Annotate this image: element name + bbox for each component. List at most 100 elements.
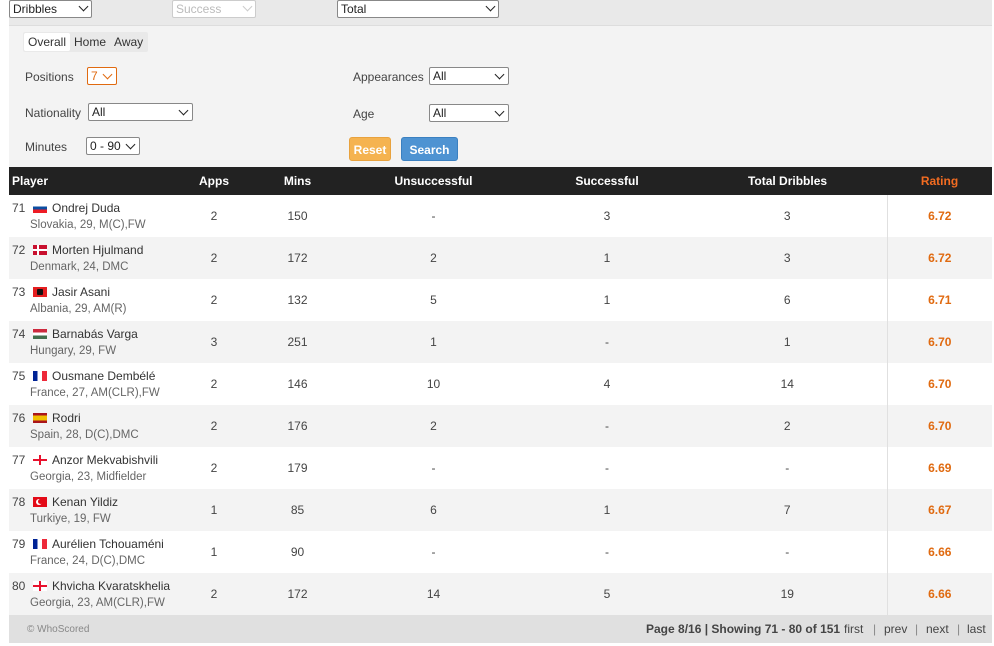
nationality-select[interactable]: All [88, 103, 193, 121]
unsuccessful-cell: 2 [430, 251, 437, 265]
col-header-total-dribbles[interactable]: Total Dribbles [688, 167, 887, 195]
mins-cell: 172 [287, 587, 308, 601]
total-dribbles-cell: 3 [783, 251, 791, 265]
rank: 79 [12, 536, 26, 551]
rank: 72 [12, 242, 26, 257]
player-name-link[interactable]: Ousmane Dembélé [52, 369, 155, 383]
player-cell: 79 Aurélien Tchouaméni France, 24, D(C),DM… [9, 531, 174, 573]
rank: 77 [12, 452, 26, 467]
player-name-link[interactable]: Kenan Yildiz [52, 495, 118, 509]
albania-flag [33, 286, 47, 297]
france-flag [33, 370, 47, 381]
chevron-down-icon [494, 69, 505, 80]
venue-tabs: Overall Home Away [23, 32, 149, 52]
mins-cell: 176 [287, 419, 308, 433]
player-cell: 71 Ondrej Duda Slovakia, 29, M(C),FW [9, 195, 174, 237]
type-select[interactable]: Total [337, 0, 499, 18]
positions-select[interactable]: 7 [87, 67, 117, 85]
unsuccessful-cell: 14 [426, 587, 441, 601]
hungary-flag [33, 328, 47, 339]
col-header-unsuccessful[interactable]: Unsuccessful [341, 167, 526, 195]
tab-home[interactable]: Home [70, 33, 110, 51]
total-dribbles-cell: 2 [783, 419, 791, 433]
mins-cell: 150 [287, 209, 308, 223]
player-name-link[interactable]: Anzor Mekvabishvili [52, 453, 158, 467]
rating-cell: 6.72 [886, 195, 992, 237]
player-cell: 78 Kenan Yildiz Turkiye, 19, FW [9, 489, 174, 531]
mins-cell: 90 [290, 545, 305, 559]
mins-cell: 172 [287, 251, 308, 265]
minutes-select[interactable]: 0 - 90 [86, 137, 140, 155]
rank: 74 [12, 326, 26, 341]
total-dribbles-cell: 6 [783, 293, 791, 307]
unsuccessful-cell: 2 [430, 419, 437, 433]
col-header-successful[interactable]: Successful [526, 167, 688, 195]
rating-cell: 6.67 [886, 489, 992, 531]
top-controls: Dribbles Success Total [9, 0, 992, 26]
type-value: Total [341, 2, 367, 16]
category-value: Dribbles [13, 2, 58, 16]
player-name-link[interactable]: Aurélien Tchouaméni [52, 537, 164, 551]
player-line: 74 Barnabás Varga [12, 325, 174, 343]
spain-flag [33, 412, 47, 423]
player-line: 79 Aurélien Tchouaméni [12, 535, 174, 553]
apps-cell: 2 [210, 461, 218, 475]
age-value: All [433, 106, 447, 120]
age-label: Age [353, 107, 375, 121]
player-name-link[interactable]: Rodri [52, 411, 81, 425]
prev-page-link[interactable]: prev [884, 622, 907, 636]
player-cell: 80 Khvicha Kvaratskhelia Georgia, 23, AM(C… [9, 573, 174, 615]
denmark-flag [33, 244, 47, 255]
apps-cell: 3 [210, 335, 218, 349]
mins-cell: 179 [287, 461, 308, 475]
col-header-apps[interactable]: Apps [174, 167, 254, 195]
category-select[interactable]: Dribbles [9, 0, 92, 18]
georgia-flag [33, 580, 47, 591]
first-page-link[interactable]: first [844, 622, 863, 636]
next-page-link[interactable]: next [926, 622, 949, 636]
appearances-value: All [433, 69, 447, 83]
successful-cell: - [605, 335, 609, 349]
search-button[interactable]: Search [401, 137, 458, 161]
player-meta: Albania, 29, AM(R) [30, 302, 127, 315]
rank: 73 [12, 284, 26, 299]
player-line: 77 Anzor Mekvabishvili [12, 451, 174, 469]
player-meta: Georgia, 23, Midfielder [30, 470, 147, 483]
successful-cell: 1 [603, 503, 611, 517]
tab-away[interactable]: Away [110, 33, 147, 51]
player-line: 78 Kenan Yildiz [12, 493, 174, 511]
rank: 75 [12, 368, 26, 383]
reset-button[interactable]: Reset [349, 137, 391, 161]
pagination-next: next [926, 622, 949, 636]
player-name-link[interactable]: Barnabás Varga [52, 327, 138, 341]
copyright: © WhoScored [27, 624, 90, 635]
player-name-link[interactable]: Khvicha Kvaratskhelia [52, 579, 170, 593]
pagination-separator: | [915, 622, 919, 636]
rank: 80 [12, 578, 26, 593]
age-select[interactable]: All [429, 104, 509, 122]
player-line: 76 Rodri [12, 409, 174, 427]
player-cell: 77 Anzor Mekvabishvili Georgia, 23, Midfie… [9, 447, 174, 489]
appearances-label: Appearances [353, 70, 424, 84]
player-name-link[interactable]: Ondrej Duda [52, 201, 120, 215]
appearances-select[interactable]: All [429, 67, 509, 85]
apps-cell: 2 [210, 209, 218, 223]
player-name-link[interactable]: Jasir Asani [52, 285, 110, 299]
col-header-rating[interactable]: Rating [887, 167, 992, 195]
tab-overall[interactable]: Overall [24, 33, 71, 51]
chevron-down-icon [78, 1, 89, 12]
successful-cell: - [605, 545, 609, 559]
chevron-down-icon [242, 1, 253, 12]
last-page-link[interactable]: last [967, 622, 986, 636]
table-row: 79 Aurélien Tchouaméni France, 24, D(C),DM… [9, 531, 992, 573]
pagination-separator: | [873, 622, 877, 636]
player-meta: France, 27, AM(CLR),FW [30, 386, 160, 399]
player-name-link[interactable]: Morten Hjulmand [52, 243, 143, 257]
col-header-mins[interactable]: Mins [254, 167, 341, 195]
total-dribbles-cell: 19 [780, 587, 794, 601]
player-line: 72 Morten Hjulmand [12, 241, 174, 259]
player-meta: France, 24, D(C),DMC [30, 554, 146, 567]
subcategory-select: Success [172, 0, 256, 18]
col-header-player[interactable]: Player [9, 167, 174, 195]
table-row: 71 Ondrej Duda Slovakia, 29, M(C),FW 2 150 - 3… [9, 195, 992, 237]
